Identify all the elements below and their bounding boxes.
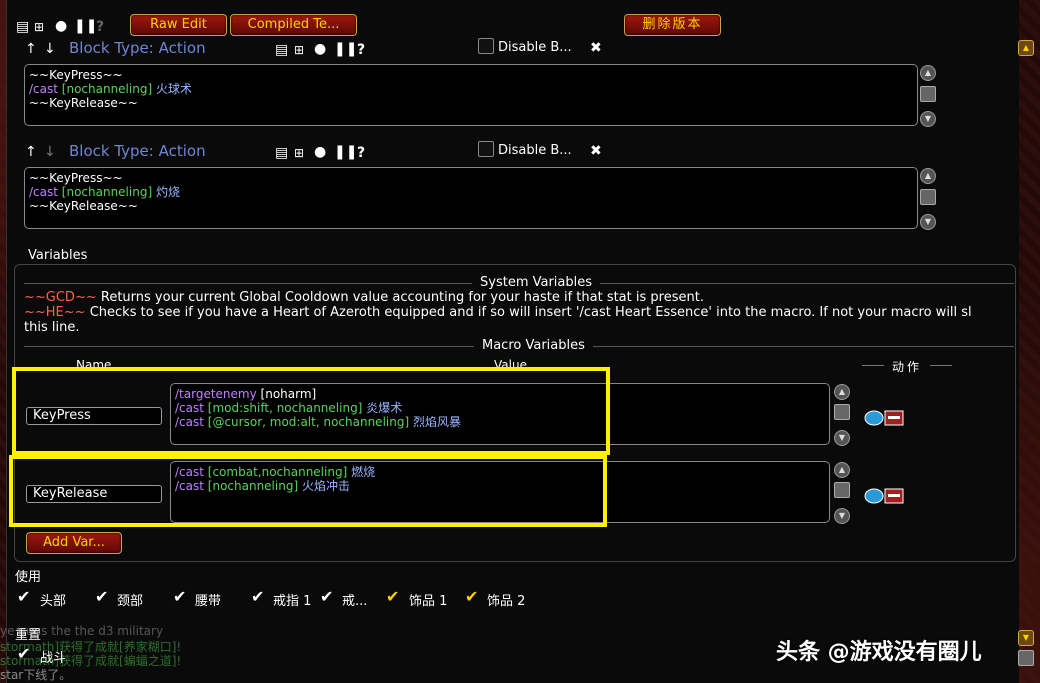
scroll-up-button[interactable]: ▲: [834, 384, 850, 400]
checkbox-ring-1[interactable]: ✔: [251, 587, 264, 606]
pause-icon[interactable]: ❚❚: [334, 42, 357, 56]
he-description: ~~HE~~ Checks to see if you have a Heart…: [24, 305, 972, 320]
checkbox-label: 戒...: [342, 594, 368, 609]
scroll-up-button[interactable]: ▲: [920, 168, 936, 184]
he-description-cont: this line.: [24, 320, 80, 335]
disable-block-label: Disable B...: [498, 143, 572, 158]
checkbox-combat[interactable]: ✔: [17, 644, 30, 663]
variables-title: Variables: [28, 248, 88, 263]
help-icon[interactable]: ?: [357, 146, 365, 160]
outer-scroll-up-button[interactable]: ▲: [1018, 40, 1034, 56]
chat-line: star下线了。: [0, 668, 72, 682]
page-icon[interactable]: ▤: [16, 20, 29, 34]
disable-block-checkbox[interactable]: [478, 38, 494, 54]
code-line: ~~KeyPress~~: [29, 171, 123, 185]
code-line: ~~KeyPress~~: [29, 68, 123, 82]
block-type-label: Block Type: Action: [69, 142, 206, 160]
outer-scroll-thumb[interactable]: [1018, 650, 1034, 666]
checkbox-label: 戒指 1: [273, 594, 312, 609]
block-type-label: Block Type: Action: [69, 39, 206, 57]
col-action-header: 动作: [892, 360, 923, 374]
raw-edit-button[interactable]: Raw Edit: [130, 14, 227, 36]
circle-icon[interactable]: ●: [55, 19, 67, 33]
divider: [930, 365, 952, 366]
code-line: ~~KeyRelease~~: [29, 96, 138, 110]
scroll-thumb[interactable]: [834, 404, 850, 420]
gcd-description: ~~GCD~~ Returns your current Global Cool…: [24, 290, 704, 305]
checkbox-neck[interactable]: ✔: [95, 587, 108, 606]
arrow-up-icon[interactable]: ↑: [25, 42, 37, 56]
outer-scroll-down-button[interactable]: ▼: [1018, 630, 1034, 646]
block-2-editbox[interactable]: ~~KeyPress~~ /cast [nochanneling] 灼烧 ~~K…: [24, 167, 918, 229]
action-icon[interactable]: [864, 408, 904, 428]
checkbox-trinket-2[interactable]: ✔: [465, 587, 478, 606]
scroll-up-button[interactable]: ▲: [920, 65, 936, 81]
block-1-editbox[interactable]: ~~KeyPress~~ /cast [nochanneling] 火球术 ~~…: [24, 64, 918, 126]
action-icon[interactable]: [864, 486, 904, 506]
scroll-down-button[interactable]: ▼: [920, 214, 936, 230]
tree-icon[interactable]: ⊞: [294, 43, 304, 57]
scroll-down-button[interactable]: ▼: [920, 111, 936, 127]
code-line: /cast [nochanneling] 火球术: [29, 82, 192, 96]
compiled-text-button[interactable]: Compiled Te...: [230, 14, 357, 36]
close-icon[interactable]: ✖: [590, 144, 602, 158]
checkbox-label: 饰品 1: [409, 594, 448, 609]
scroll-down-button[interactable]: ▼: [834, 508, 850, 524]
reset-title: 重置: [15, 628, 42, 643]
highlight-box: [9, 455, 607, 527]
scroll-thumb[interactable]: [834, 482, 850, 498]
circle-icon[interactable]: ●: [314, 145, 326, 159]
scroll-thumb[interactable]: [920, 189, 936, 205]
scroll-down-button[interactable]: ▼: [834, 430, 850, 446]
checkbox-ring-2[interactable]: ✔: [320, 587, 333, 606]
close-icon[interactable]: ✖: [590, 41, 602, 55]
tree-icon[interactable]: ⊞: [34, 20, 44, 34]
tree-icon[interactable]: ⊞: [294, 146, 304, 160]
macro-variables-title: Macro Variables: [474, 338, 593, 353]
checkbox-label: 颈部: [117, 594, 144, 609]
help-icon[interactable]: ?: [357, 43, 365, 57]
page-icon[interactable]: ▤: [275, 146, 288, 160]
scroll-thumb[interactable]: [920, 86, 936, 102]
use-title: 使用: [15, 570, 42, 585]
pause-icon[interactable]: ❚❚: [74, 19, 97, 33]
disable-block-label: Disable B...: [498, 40, 572, 55]
system-variables-title: System Variables: [472, 275, 601, 290]
scroll-up-button[interactable]: ▲: [834, 462, 850, 478]
divider: [862, 365, 884, 366]
watermark: 头条 @游戏没有圈儿: [776, 640, 982, 665]
code-line: /cast [nochanneling] 灼烧: [29, 185, 180, 199]
circle-icon[interactable]: ●: [314, 42, 326, 56]
arrow-up-icon[interactable]: ↑: [25, 145, 37, 159]
pause-icon[interactable]: ❚❚: [334, 145, 357, 159]
arrow-down-icon[interactable]: ↓: [44, 42, 56, 56]
checkbox-label: 饰品 2: [487, 594, 526, 609]
checkbox-waist[interactable]: ✔: [173, 587, 186, 606]
checkbox-label: 战斗: [40, 651, 67, 666]
checkbox-label: 腰带: [195, 594, 222, 609]
highlight-box: [12, 367, 610, 455]
arrow-down-icon: ↓: [44, 144, 56, 160]
checkbox-head[interactable]: ✔: [17, 587, 30, 606]
checkbox-label: 头部: [40, 594, 67, 609]
help-icon[interactable]: ?: [96, 20, 104, 34]
code-line: ~~KeyRelease~~: [29, 199, 138, 213]
delete-version-button[interactable]: 删除版本: [624, 14, 721, 36]
page-icon[interactable]: ▤: [275, 43, 288, 57]
checkbox-trinket-1[interactable]: ✔: [386, 587, 399, 606]
disable-block-checkbox[interactable]: [478, 141, 494, 157]
add-var-button[interactable]: Add Var...: [26, 532, 122, 554]
